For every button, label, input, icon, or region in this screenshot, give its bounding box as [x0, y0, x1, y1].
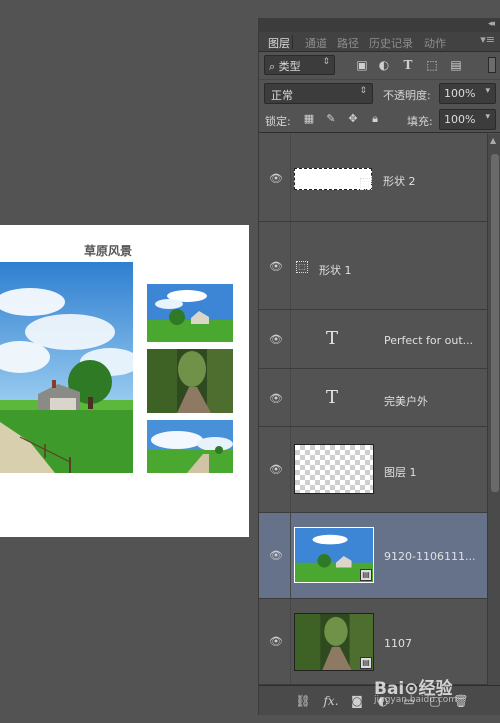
- panel-tab-bar: 图层 通道 路径 历史记录 动作 ▾≡: [259, 32, 500, 52]
- layer-row[interactable]: 👁︎ 图层 1: [259, 427, 487, 513]
- visibility-eye-icon[interactable]: 👁︎: [269, 172, 283, 185]
- link-icon[interactable]: ⛓︎: [295, 693, 311, 709]
- mask-icon[interactable]: ◙: [349, 693, 365, 709]
- smart-object-filter-icon[interactable]: ▤: [449, 58, 463, 72]
- column-divider: [290, 310, 291, 368]
- text-layer-icon: T: [326, 328, 339, 349]
- layer-name[interactable]: 9120-1106111...: [384, 550, 475, 563]
- visibility-eye-icon[interactable]: 👁︎: [269, 549, 283, 562]
- lock-transparent-icon[interactable]: ▦: [303, 113, 315, 125]
- fill-label: 填充:: [407, 115, 433, 128]
- opacity-value: 100%: [444, 87, 476, 100]
- fill-input[interactable]: 100% ▾: [439, 109, 496, 130]
- layer-row-selected[interactable]: 👁︎ ▤ 9120-1106111...: [259, 513, 487, 599]
- layers-scrollbar[interactable]: ▲: [487, 134, 500, 685]
- layer-name[interactable]: 图层 1: [384, 464, 417, 480]
- adjustment-filter-icon[interactable]: ◐: [377, 58, 391, 72]
- blend-mode-select[interactable]: 正常 ⇕: [264, 83, 373, 104]
- layers-panel: ◂◂ 图层 通道 路径 历史记录 动作 ▾≡ ⌕ 类型 ⇕ ▣ ◐ T ⬚ ▤ …: [258, 18, 500, 715]
- layer-name[interactable]: 完美户外: [384, 393, 428, 409]
- select-arrows-icon: ⇕: [322, 57, 330, 67]
- smart-object-icon: ▤: [360, 569, 372, 581]
- layer-row[interactable]: 👁︎ ▤ 1107: [259, 599, 487, 685]
- blend-mode-value: 正常: [271, 89, 293, 102]
- canvas-title-text: 草原风景: [84, 244, 133, 258]
- layer-row[interactable]: 👁︎ T 完美户外: [259, 369, 487, 427]
- lock-row: 锁定: ▦ ✎ ✥ 🔒︎ 填充: 100% ▾: [259, 107, 500, 133]
- tab-divider: [292, 35, 293, 49]
- fill-value: 100%: [444, 113, 476, 126]
- search-icon: ⌕: [269, 60, 276, 73]
- tab-history[interactable]: 历史记录: [369, 35, 413, 51]
- blend-mode-row: 正常 ⇕ 不透明度: 100% ▾: [259, 79, 500, 107]
- vector-mask-icon: ⬚: [360, 178, 372, 190]
- filter-kind-select[interactable]: ⌕ 类型 ⇕: [264, 55, 335, 75]
- layer-row[interactable]: 👁︎ ⬚ 形状 2: [259, 134, 487, 222]
- scroll-up-icon[interactable]: ▲: [490, 136, 496, 145]
- column-divider: [290, 513, 291, 598]
- baidu-watermark: Bai⊙经验 jingyan.baidu.com: [374, 674, 457, 705]
- layer-thumbnail: ⬚: [294, 168, 372, 190]
- opacity-input[interactable]: 100% ▾: [439, 83, 496, 104]
- column-divider: [290, 369, 291, 426]
- column-divider: [290, 427, 291, 512]
- forest-path-photo-thumbnail: [147, 349, 233, 413]
- layer-name[interactable]: 形状 1: [319, 262, 352, 278]
- watermark-url: jingyan.baidu.com: [374, 695, 458, 705]
- layer-thumbnail: ▤: [294, 527, 374, 583]
- tab-layers[interactable]: 图层: [268, 35, 290, 51]
- type-filter-icon[interactable]: T: [401, 58, 415, 72]
- visibility-eye-icon[interactable]: 👁︎: [269, 463, 283, 476]
- cottage-photo-thumbnail: [147, 284, 233, 342]
- meadow-path-photo-thumbnail: [147, 420, 233, 473]
- layer-filter-row: ⌕ 类型 ⇕ ▣ ◐ T ⬚ ▤: [259, 52, 500, 79]
- image-filter-icon[interactable]: ▣: [355, 58, 369, 72]
- layer-row[interactable]: 👁︎ T Perfect for out...: [259, 310, 487, 369]
- chevron-down-icon[interactable]: ▾: [485, 112, 490, 122]
- layers-list: 👁︎ ⬚ 形状 2 👁︎ ⬚ 形状 1 👁︎ T Perfect for out…: [259, 134, 487, 685]
- filter-kind-label: 类型: [278, 60, 301, 73]
- collapse-panel-icon[interactable]: ◂◂: [488, 19, 495, 29]
- select-arrows-icon: ⇕: [359, 86, 367, 96]
- tab-actions[interactable]: 动作: [424, 35, 446, 51]
- shape-filter-icon[interactable]: ⬚: [425, 58, 439, 72]
- chevron-down-icon[interactable]: ▾: [485, 86, 490, 96]
- opacity-label: 不透明度:: [383, 89, 431, 102]
- lock-paint-icon[interactable]: ✎: [325, 113, 337, 125]
- smart-object-icon: ▤: [360, 657, 372, 669]
- lock-all-icon[interactable]: 🔒︎: [369, 113, 381, 125]
- scrollbar-thumb[interactable]: [491, 154, 499, 492]
- column-divider: [290, 222, 291, 309]
- text-layer-icon: T: [326, 387, 339, 408]
- visibility-eye-icon[interactable]: 👁︎: [269, 635, 283, 648]
- layer-name[interactable]: 形状 2: [383, 173, 416, 189]
- filter-toggle-switch[interactable]: [488, 57, 496, 73]
- panel-title-bar[interactable]: ◂◂: [259, 18, 500, 32]
- column-divider: [290, 599, 291, 684]
- tab-paths[interactable]: 路径: [337, 35, 359, 51]
- shape-path-icon: ⬚: [296, 261, 308, 273]
- visibility-eye-icon[interactable]: 👁︎: [269, 392, 283, 405]
- visibility-eye-icon[interactable]: 👁︎: [269, 260, 283, 273]
- panel-menu-icon[interactable]: ▾≡: [480, 33, 495, 46]
- main-landscape-photo: [0, 262, 133, 473]
- layer-thumbnail: ▤: [294, 613, 374, 671]
- visibility-eye-icon[interactable]: 👁︎: [269, 333, 283, 346]
- column-divider: [290, 134, 291, 221]
- tab-channels[interactable]: 通道: [305, 35, 327, 51]
- layer-row[interactable]: 👁︎ ⬚ 形状 1: [259, 222, 487, 310]
- lock-position-icon[interactable]: ✥: [347, 113, 359, 125]
- document-canvas[interactable]: 草原风景: [0, 225, 249, 537]
- layer-name[interactable]: Perfect for out...: [384, 334, 473, 347]
- lock-label: 锁定:: [265, 115, 291, 128]
- layer-name[interactable]: 1107: [384, 637, 412, 650]
- fx-icon[interactable]: fx.: [321, 693, 341, 709]
- layer-thumbnail: [294, 444, 374, 494]
